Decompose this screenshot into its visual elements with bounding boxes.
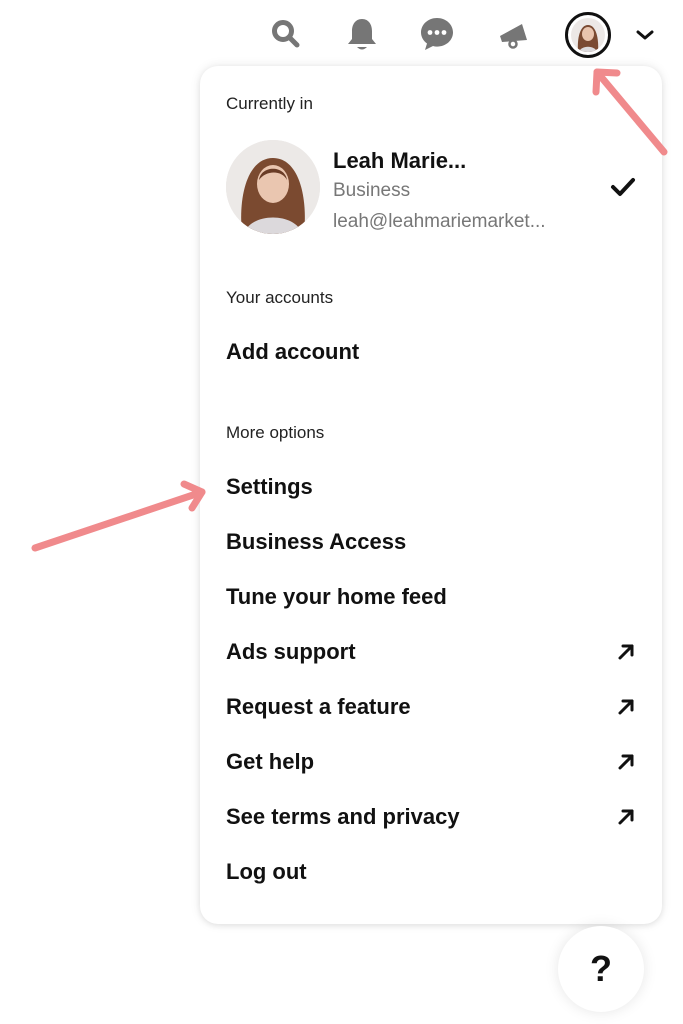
current-account-email: leah@leahmariemarket...	[333, 211, 546, 232]
menu-item-get-help[interactable]: Get help	[226, 742, 636, 782]
notifications-button[interactable]	[342, 14, 382, 54]
checkmark-icon	[611, 178, 635, 196]
current-account-type: Business	[333, 180, 411, 201]
external-link-arrow-icon	[618, 809, 634, 825]
external-link-arrow-icon	[618, 644, 634, 660]
question-mark-icon: ?	[590, 948, 612, 989]
menu-item-label: Settings	[226, 474, 313, 499]
menu-item-log-out[interactable]: Log out	[226, 852, 636, 892]
menu-item-label: Tune your home feed	[226, 584, 447, 609]
account-menu-toggle[interactable]	[630, 20, 660, 50]
profile-avatar-button[interactable]	[565, 12, 611, 58]
menu-item-label: Ads support	[226, 639, 356, 664]
chat-icon	[421, 18, 453, 50]
messages-button[interactable]	[417, 14, 457, 54]
menu-item-label: See terms and privacy	[226, 804, 460, 829]
updates-button[interactable]	[494, 14, 534, 54]
megaphone-icon	[500, 24, 527, 49]
search-button[interactable]	[266, 14, 306, 54]
external-link-arrow-icon	[618, 699, 634, 715]
add-account-label: Add account	[226, 339, 360, 364]
more-options-label: More options	[226, 423, 325, 442]
current-account-avatar	[226, 140, 320, 234]
help-button[interactable]: ?	[558, 926, 644, 1012]
annotation-arrow-settings	[31, 480, 206, 552]
menu-item-label: Business Access	[226, 529, 407, 554]
menu-item-tune-home-feed[interactable]: Tune your home feed	[226, 577, 636, 617]
menu-item-terms-privacy[interactable]: See terms and privacy	[226, 797, 636, 837]
profile-avatar-photo	[571, 18, 605, 52]
menu-item-settings[interactable]: Settings	[226, 467, 636, 507]
bell-icon	[348, 19, 376, 50]
menu-item-business-access[interactable]: Business Access	[226, 522, 636, 562]
menu-item-label: Request a feature	[226, 694, 411, 719]
search-icon	[272, 20, 300, 48]
your-accounts-label: Your accounts	[226, 288, 334, 307]
menu-item-request-feature[interactable]: Request a feature	[226, 687, 636, 727]
external-link-arrow-icon	[618, 754, 634, 770]
menu-item-ads-support[interactable]: Ads support	[226, 632, 636, 672]
account-dropdown-menu: Currently in Leah Marie... Business leah…	[200, 66, 662, 924]
currently-in-label: Currently in	[226, 94, 313, 113]
current-account-row[interactable]: Leah Marie... Business leah@leahmariemar…	[226, 140, 636, 240]
top-navigation-bar	[0, 0, 683, 70]
menu-item-label: Get help	[226, 749, 315, 774]
current-account-name: Leah Marie...	[333, 148, 467, 173]
add-account-button[interactable]: Add account	[226, 332, 636, 372]
chevron-down-icon	[636, 30, 654, 40]
menu-item-label: Log out	[226, 859, 307, 884]
